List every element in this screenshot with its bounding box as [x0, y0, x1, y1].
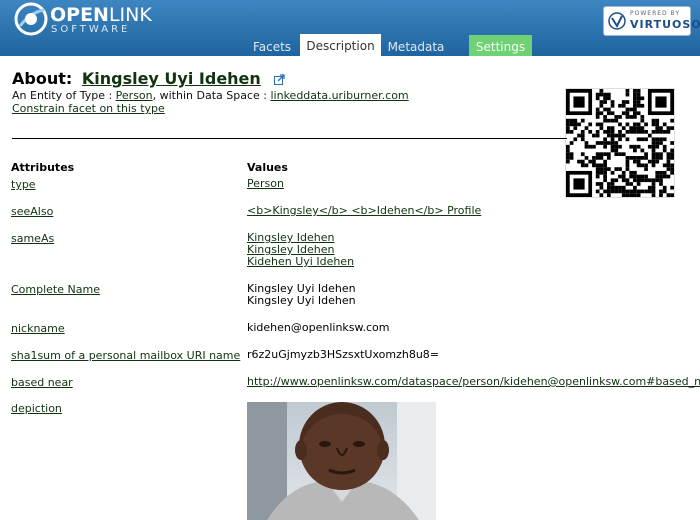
constrain-facet-link[interactable]: Constrain facet on this type	[12, 102, 165, 115]
page-title: About: Kingsley Uyi Idehen	[12, 69, 286, 88]
tab-metadata[interactable]: Metadata	[383, 35, 449, 56]
tab-facets[interactable]: Facets	[247, 35, 297, 56]
qr-code	[565, 88, 675, 198]
value-link[interactable]: Kidehen Uyi Idehen	[247, 256, 354, 268]
within-text: , within Data Space :	[152, 89, 267, 102]
data-space-link[interactable]: linkeddata.uriburner.com	[270, 89, 408, 102]
external-link-icon[interactable]	[274, 74, 286, 85]
value-complete-name: Kingsley Uyi Idehen Kingsley Uyi Idehen	[247, 283, 356, 307]
entity-type-text: An Entity of Type :	[12, 89, 113, 102]
virtuoso-badge[interactable]: POWERED BY VIRTUOSO	[603, 6, 700, 36]
value-see-also: <b>Kingsley</b> <b>Idehen</b> Profile	[247, 205, 481, 217]
divider	[12, 138, 567, 139]
brand-subtitle: SOFTWARE	[51, 24, 131, 35]
powered-by-label: POWERED BY	[630, 10, 681, 17]
prop-based-near[interactable]: based near	[11, 376, 73, 389]
entity-type-link[interactable]: Person	[116, 89, 153, 102]
prop-complete-name[interactable]: Complete Name	[11, 283, 100, 296]
value-link[interactable]: http://www.openlinksw.com/dataspace/pers…	[247, 376, 700, 388]
values-column-header: Values	[247, 161, 288, 174]
value-sha1sum: r6z2uGjmyzb3HSzsxtUxomzh8u8=	[247, 349, 439, 361]
value-same-as: Kingsley Idehen Kingsley Idehen Kidehen …	[247, 232, 354, 268]
virtuoso-label: VIRTUOSO	[630, 18, 700, 31]
value-text: kidehen@openlinksw.com	[247, 321, 390, 334]
brand-name: OPENLINK	[50, 5, 152, 25]
constrain-line: Constrain facet on this type	[12, 102, 165, 115]
prop-sha1sum[interactable]: sha1sum of a personal mailbox URI name	[11, 349, 240, 362]
brand-link: LINK	[108, 4, 152, 26]
prop-see-also[interactable]: seeAlso	[11, 205, 53, 218]
depiction-photo[interactable]	[247, 402, 436, 520]
value-based-near: http://www.openlinksw.com/dataspace/pers…	[247, 376, 700, 388]
entity-type-line: An Entity of Type : Person, within Data …	[12, 89, 409, 102]
tab-description[interactable]: Description	[300, 34, 381, 56]
app-header: OPENLINK SOFTWARE POWERED BY VIRTUOSO Fa…	[0, 0, 700, 56]
prop-same-as[interactable]: sameAs	[11, 232, 54, 245]
openlink-logo[interactable]: OPENLINK SOFTWARE	[14, 2, 154, 38]
person-portrait	[247, 402, 436, 520]
value-text: Kingsley Uyi Idehen	[247, 294, 356, 307]
value-link[interactable]: Person	[247, 178, 284, 190]
brand-open: OPEN	[50, 4, 109, 26]
prop-type[interactable]: type	[11, 178, 36, 191]
prop-depiction[interactable]: depiction	[11, 402, 62, 415]
value-link[interactable]: <b>Kingsley</b> <b>Idehen</b> Profile	[247, 205, 481, 217]
openlink-swoosh-icon	[14, 2, 48, 36]
value-nickname: kidehen@openlinksw.com	[247, 322, 390, 334]
value-text: r6z2uGjmyzb3HSzsxtUxomzh8u8=	[247, 348, 440, 361]
attributes-column-header: Attributes	[11, 161, 75, 174]
virtuoso-icon	[608, 12, 626, 30]
about-prefix: About:	[12, 69, 73, 88]
prop-nickname[interactable]: nickname	[11, 322, 65, 335]
value-type: Person	[247, 178, 284, 190]
entity-name-link[interactable]: Kingsley Uyi Idehen	[82, 69, 261, 88]
tab-settings[interactable]: Settings	[469, 35, 532, 56]
